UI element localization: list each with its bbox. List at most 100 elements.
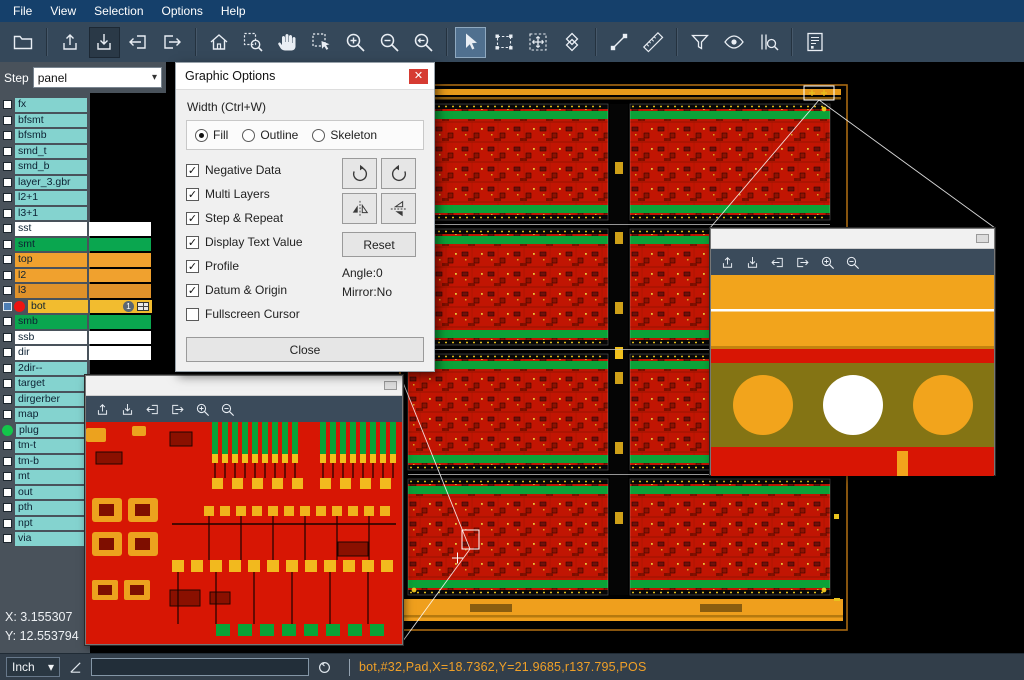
zoom-window-button[interactable] <box>238 27 269 58</box>
layer-name[interactable]: pth <box>15 501 87 515</box>
mag-zoom-out-button[interactable] <box>841 251 863 273</box>
layer-visibility-checkbox[interactable] <box>3 488 12 497</box>
layer-row-ssb[interactable]: ssb <box>0 330 166 346</box>
step-select[interactable]: panel ▾ <box>33 67 162 88</box>
layer-name[interactable]: tm-b <box>15 455 87 469</box>
checkbox-fullscreen-cursor[interactable]: Fullscreen Cursor <box>186 302 338 326</box>
snap-angle-icon[interactable] <box>68 660 83 675</box>
layer-visibility-checkbox[interactable] <box>3 209 12 218</box>
layer-visibility-checkbox[interactable] <box>3 271 12 280</box>
layer-row-bfsmb[interactable]: bfsmb <box>0 128 166 144</box>
layer-extra-cell[interactable] <box>89 331 151 345</box>
send-up-button[interactable] <box>55 27 86 58</box>
refresh-icon[interactable] <box>317 660 332 675</box>
zoom-in-button[interactable] <box>340 27 371 58</box>
layer-visibility-checkbox[interactable] <box>3 333 12 342</box>
checkbox-negative-data[interactable]: ✓Negative Data <box>186 158 338 182</box>
mag-load-down-button[interactable] <box>116 398 138 420</box>
graphic-options-dialog[interactable]: Graphic Options ✕ Width (Ctrl+W) FillOut… <box>175 62 435 372</box>
mag-step-forward-button[interactable] <box>166 398 188 420</box>
layer-row-smd_b[interactable]: smd_b <box>0 159 166 175</box>
checkbox-box[interactable]: ✓ <box>186 188 199 201</box>
checkbox-box[interactable]: ✓ <box>186 164 199 177</box>
layer-visibility-checkbox[interactable] <box>3 193 12 202</box>
layer-name[interactable]: layer_3.gbr <box>15 176 87 190</box>
layer-name[interactable]: 2dir-- <box>15 362 87 376</box>
layer-name[interactable]: smt <box>15 238 87 252</box>
layer-visibility-checkbox[interactable] <box>3 147 12 156</box>
layer-name[interactable]: dirgerber <box>15 393 87 407</box>
checkbox-box[interactable]: ✓ <box>186 284 199 297</box>
layer-visibility-checkbox[interactable] <box>3 100 12 109</box>
layer-row-layer_3.gbr[interactable]: layer_3.gbr <box>0 175 166 191</box>
layer-stack-button[interactable] <box>557 27 588 58</box>
flip-vertical-button[interactable] <box>381 193 416 224</box>
layer-visibility-checkbox[interactable] <box>3 364 12 373</box>
checkbox-profile[interactable]: ✓Profile <box>186 254 338 278</box>
pointer-select-button[interactable] <box>455 27 486 58</box>
layer-row-fx[interactable]: fx <box>0 97 166 113</box>
layer-name[interactable]: mt <box>15 470 87 484</box>
layer-visibility-checkbox[interactable] <box>3 224 12 233</box>
radio-circle[interactable] <box>195 129 208 142</box>
layer-name[interactable]: ssb <box>15 331 87 345</box>
window-control-button[interactable] <box>976 234 989 243</box>
layer-extra-cell[interactable] <box>89 253 151 267</box>
close-button[interactable]: Close <box>186 337 424 362</box>
layer-name[interactable]: sst <box>15 222 87 236</box>
net-search-button[interactable] <box>753 27 784 58</box>
radio-circle[interactable] <box>312 129 325 142</box>
transform-button[interactable] <box>523 27 554 58</box>
dialog-close-button[interactable]: ✕ <box>409 69 428 84</box>
mag-zoom-in-button[interactable] <box>816 251 838 273</box>
layer-row-l3+1[interactable]: l3+1 <box>0 206 166 222</box>
layer-grid-icon[interactable] <box>137 302 149 311</box>
layer-name[interactable]: tm-t <box>15 439 87 453</box>
layer-name[interactable]: fx <box>15 98 87 112</box>
layer-name[interactable]: top <box>15 253 87 267</box>
window-control-button[interactable] <box>384 381 397 390</box>
zoom-previous-button[interactable] <box>408 27 439 58</box>
layer-visibility-checkbox[interactable] <box>3 162 12 171</box>
layer-extra-cell[interactable] <box>89 222 151 236</box>
layer-visibility-checkbox[interactable] <box>3 519 12 528</box>
menu-options[interactable]: Options <box>153 0 212 22</box>
layer-name[interactable]: smb <box>15 315 87 329</box>
report-button[interactable] <box>800 27 831 58</box>
magnifier-viewport[interactable] <box>711 275 994 481</box>
select-area-button[interactable] <box>306 27 337 58</box>
layer-row-dir[interactable]: dir <box>0 345 166 361</box>
layer-row-smb[interactable]: smb <box>0 314 166 330</box>
checkbox-box[interactable]: ✓ <box>186 236 199 249</box>
layer-visibility-checkbox[interactable] <box>3 131 12 140</box>
checkbox-datum-origin[interactable]: ✓Datum & Origin <box>186 278 338 302</box>
mag-send-up-button[interactable] <box>91 398 113 420</box>
layer-row-l2+1[interactable]: l2+1 <box>0 190 166 206</box>
mag-zoom-out-button[interactable] <box>216 398 238 420</box>
layer-row-bfsmt[interactable]: bfsmt <box>0 113 166 129</box>
checkbox-display-text-value[interactable]: ✓Display Text Value <box>186 230 338 254</box>
menu-help[interactable]: Help <box>212 0 255 22</box>
step-forward-button[interactable] <box>157 27 188 58</box>
layer-visibility-checkbox[interactable] <box>3 534 12 543</box>
layer-row-l2[interactable]: l2 <box>0 268 166 284</box>
flip-horizontal-button[interactable] <box>342 193 377 224</box>
layer-visibility-checkbox[interactable] <box>3 441 12 450</box>
corner-magnifier-window[interactable] <box>710 228 995 475</box>
layer-name[interactable]: dir <box>15 346 87 360</box>
show-hide-button[interactable] <box>719 27 750 58</box>
layer-visibility-checkbox[interactable] <box>3 255 12 264</box>
layer-extra-cell[interactable] <box>89 284 151 298</box>
checkbox-box[interactable]: ✓ <box>186 212 199 225</box>
dialog-titlebar[interactable]: Graphic Options ✕ <box>176 63 434 90</box>
mag-zoom-in-button[interactable] <box>191 398 213 420</box>
layer-row-bot[interactable]: bot1 <box>0 299 166 315</box>
radio-circle[interactable] <box>242 129 255 142</box>
layer-name[interactable]: target <box>15 377 87 391</box>
radio-skeleton[interactable]: Skeleton <box>312 128 377 142</box>
layer-row-sst[interactable]: sst <box>0 221 166 237</box>
layer-extra-cell[interactable] <box>89 238 151 252</box>
pan-hand-button[interactable] <box>272 27 303 58</box>
checkbox-step-repeat[interactable]: ✓Step & Repeat <box>186 206 338 230</box>
layer-name[interactable]: bot <box>28 300 88 314</box>
